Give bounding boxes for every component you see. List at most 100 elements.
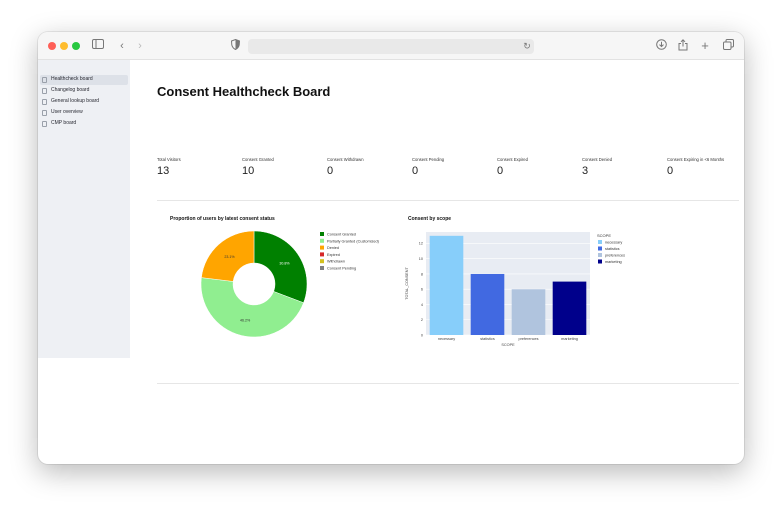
y-tick-label: 0: [421, 333, 423, 337]
legend-swatch: [320, 259, 324, 264]
sidebar-item-user-overview[interactable]: User overview: [40, 108, 128, 118]
legend-title: SCOPE: [597, 233, 611, 238]
y-tick-label: 10: [419, 257, 423, 261]
legend-swatch: [598, 240, 602, 244]
sidebar-item-label: Healthcheck board: [51, 76, 93, 82]
address-bar[interactable]: ↻: [248, 39, 534, 54]
metric-consent-pending: Consent Pending 0: [412, 157, 492, 177]
new-tab-icon[interactable]: +: [698, 39, 712, 53]
sidebar-item-label: Changelog board: [51, 87, 90, 93]
legend-swatch: [320, 232, 324, 236]
x-tick-label: statistics: [480, 337, 495, 341]
pie-data-label: 46.2%: [240, 318, 251, 322]
metric-consent-expiring: Consent Expiring in <6 Months 0: [667, 157, 742, 177]
shield-icon[interactable]: [228, 38, 242, 53]
metric-value: 0: [412, 165, 419, 177]
metric-label: Consent Expiring in <6 Months: [667, 157, 725, 162]
tabs-overview-icon[interactable]: [721, 39, 735, 53]
reload-icon[interactable]: ↻: [520, 39, 534, 53]
document-icon: [42, 121, 47, 127]
metric-consent-granted: Consent Granted 10: [242, 157, 322, 177]
y-axis-label: TOTAL_CONSENT: [405, 267, 409, 300]
legend-swatch: [320, 238, 324, 243]
metric-value: 10: [242, 165, 255, 177]
bar[interactable]: [511, 289, 546, 335]
divider: [157, 200, 739, 201]
page-title: Consent Healthcheck Board: [157, 84, 331, 99]
pie-data-label: 30.8%: [279, 261, 290, 265]
back-icon[interactable]: ‹: [115, 39, 129, 53]
metric-label: Consent Expired: [497, 157, 528, 162]
forward-icon[interactable]: ›: [133, 39, 147, 53]
x-axis-label: SCOPE: [501, 343, 515, 347]
sidebar-item-general-lookup-board[interactable]: General lookup board: [40, 97, 128, 107]
pie-slice[interactable]: [253, 230, 308, 304]
document-icon: [42, 77, 47, 83]
legend-label[interactable]: Expired: [327, 253, 340, 257]
metric-value: 3: [582, 165, 589, 177]
sidebar-nav: Healthcheck board Changelog board Genera…: [38, 60, 130, 358]
pie-chart: 30.8% 46.2% 23.1% Consent Granted Partially …: [200, 230, 380, 338]
share-icon[interactable]: [676, 39, 690, 53]
x-tick-label: preferences: [518, 337, 538, 341]
sidebar-item-label: General lookup board: [51, 98, 100, 104]
metric-label: Consent Withdrawn: [327, 157, 364, 162]
metric-label: Consent Pending: [412, 157, 445, 162]
x-tick-label: marketing: [561, 337, 578, 341]
metric-value: 13: [157, 165, 170, 177]
main-content: Consent Healthcheck Board Total Visitors…: [130, 60, 744, 464]
legend-swatch: [598, 259, 602, 264]
document-icon: [42, 88, 47, 94]
bar-chart: 0 2 4 6 8 10 12 necessary statistics preferences m…: [405, 232, 625, 347]
legend-swatch: [320, 252, 324, 257]
document-icon: [42, 99, 47, 105]
x-tick-label: necessary: [438, 337, 455, 341]
legend-swatch: [598, 253, 602, 257]
metric-label: Total Visitors: [157, 157, 181, 162]
divider: [157, 383, 739, 384]
y-tick-label: 6: [421, 288, 423, 292]
metric-value: 0: [327, 165, 334, 177]
y-tick-label: 12: [419, 242, 423, 246]
metric-consent-denied: Consent Denied 3: [582, 157, 662, 177]
legend-label[interactable]: Consent Granted: [327, 233, 356, 237]
zoom-window-button[interactable]: [72, 42, 80, 50]
sidebar-toggle-icon[interactable]: [91, 39, 105, 53]
bar-chart-title: Consent by scope: [408, 216, 452, 222]
download-icon[interactable]: [654, 39, 668, 53]
legend-swatch: [320, 266, 324, 270]
bar[interactable]: [470, 273, 505, 335]
legend-label[interactable]: preferences: [605, 254, 625, 258]
pie-chart-title: Proportion of users by latest consent st…: [170, 216, 275, 222]
bar[interactable]: [429, 235, 464, 335]
legend-label[interactable]: marketing: [605, 260, 622, 264]
minimize-window-button[interactable]: [60, 42, 68, 50]
legend-swatch: [320, 245, 324, 250]
bar[interactable]: [552, 281, 587, 335]
y-tick-label: 2: [421, 318, 423, 322]
sidebar-item-changelog-board[interactable]: Changelog board: [40, 86, 128, 96]
sidebar-item-healthcheck-board[interactable]: Healthcheck board: [40, 75, 128, 85]
legend-label[interactable]: statistics: [605, 247, 620, 251]
legend-label[interactable]: Partially Granted (Customized): [327, 239, 380, 243]
y-tick-label: 8: [421, 272, 423, 276]
browser-window: ‹ › ↻ + Healthcheck board Changelog boar…: [38, 32, 744, 464]
sidebar-item-label: CMP board: [51, 120, 77, 126]
y-tick-label: 4: [421, 303, 423, 307]
sidebar-item-cmp-board[interactable]: CMP board: [40, 119, 128, 129]
metric-value: 0: [667, 165, 674, 177]
legend-label[interactable]: Consent Pending: [327, 267, 356, 271]
metric-label: Consent Granted: [242, 157, 274, 162]
metric-label: Consent Denied: [582, 157, 613, 162]
legend-swatch: [598, 246, 602, 251]
sidebar-item-label: User overview: [51, 109, 83, 115]
pie-data-label: 23.1%: [224, 255, 235, 259]
metric-consent-withdrawn: Consent Withdrawn 0: [327, 157, 407, 177]
browser-toolbar: ‹ › ↻ +: [38, 32, 744, 60]
metric-consent-expired: Consent Expired 0: [497, 157, 577, 177]
legend-label[interactable]: Denied: [327, 246, 339, 250]
legend-label[interactable]: necessary: [605, 241, 622, 245]
legend-label[interactable]: Withdrawn: [327, 260, 345, 264]
close-window-button[interactable]: [48, 42, 56, 50]
metric-total-visitors: Total Visitors 13: [157, 157, 237, 177]
